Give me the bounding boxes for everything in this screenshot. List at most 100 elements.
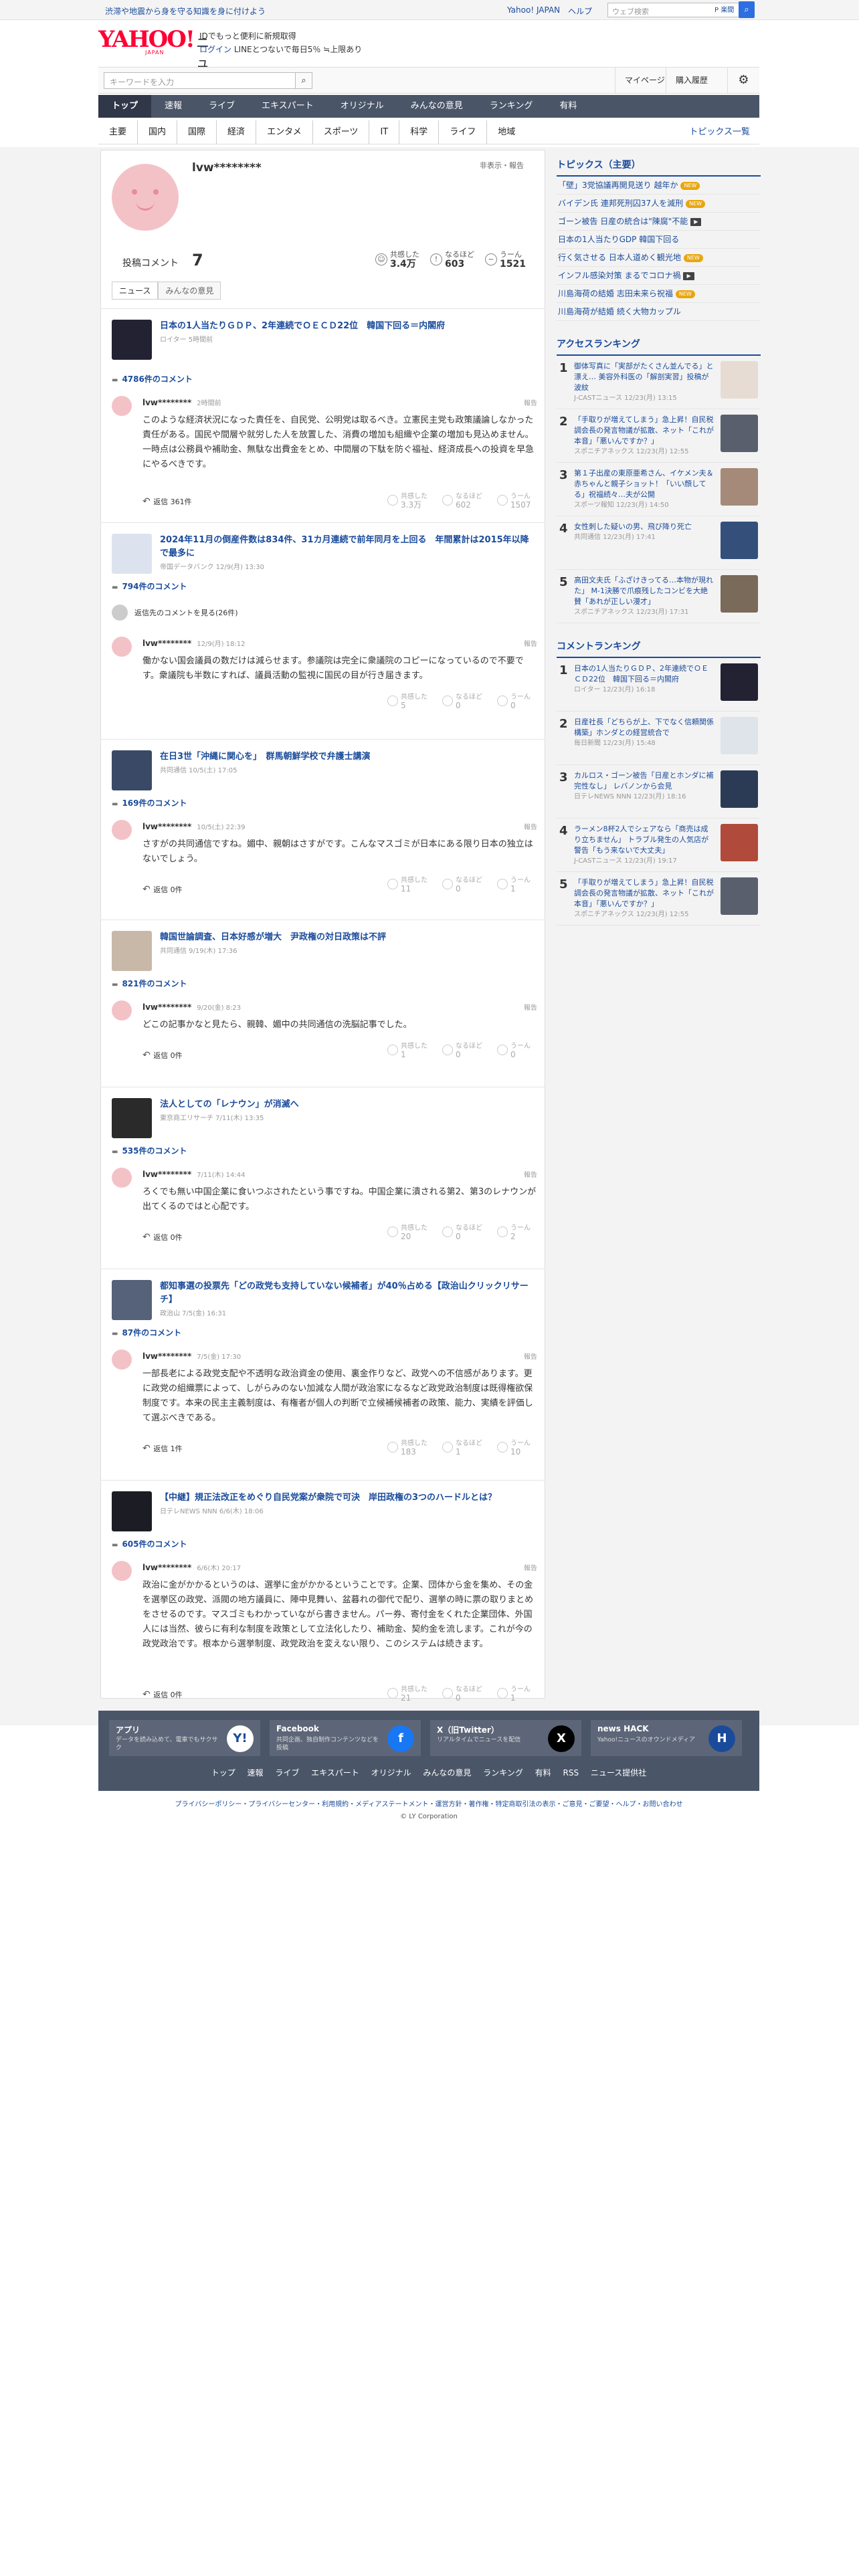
nav-top[interactable]: トップ <box>98 95 152 118</box>
nav-original[interactable]: オリジナル <box>327 95 397 118</box>
comment-count-link[interactable]: 535件のコメント <box>112 1145 187 1156</box>
cat-economy[interactable]: 経済 <box>216 120 256 144</box>
help-link[interactable]: ヘルプ <box>568 5 592 17</box>
empathy-button[interactable]: 共感した 3.3万 <box>387 492 441 510</box>
empathy-button[interactable]: 共感した 5 <box>387 693 441 710</box>
article-title[interactable]: 【中継】規正法改正をめぐり自民党案が衆院で可決 岸田政権の3つのハードルとは？日… <box>160 1491 535 1519</box>
ranking-item[interactable]: 2 「手取りが増えてしまう」急上昇！自民税調会長の発言物議が拡散、ネット「これが本… <box>557 409 761 463</box>
cat-main[interactable]: 主要 <box>98 120 137 144</box>
reply-button[interactable]: 返信 0件 <box>142 1689 183 1700</box>
footer-facebook[interactable]: Facebook 共同企画、独自制作コンテンツなどを投稿 f <box>270 1720 421 1756</box>
topic-item[interactable]: ゴーン被告 日産の統合は"陳腐"不能 ▶ <box>557 213 761 231</box>
report-link[interactable]: 報告 <box>524 397 537 407</box>
footer-app[interactable]: アプリ データを読み込めて、電車でもサクサク Y! <box>109 1720 260 1756</box>
article-thumbnail[interactable] <box>112 931 152 971</box>
ranking-item[interactable]: 5 高田文夫氏「ふざけきってる…本物が現れた」 M-1決勝で爪痕残したコンビを大絶… <box>557 570 761 623</box>
nav-live[interactable]: ライブ <box>195 95 248 118</box>
reply-button[interactable]: 返信 0件 <box>142 1232 183 1243</box>
uun-button[interactable]: うーん 0 <box>497 693 551 710</box>
naruhodo-button[interactable]: なるほど 0 <box>442 1042 496 1059</box>
ranking-item[interactable]: 4 ラーメン8杯2人でシェアなら「商売は成り立ちません」 トラブル発生の人気店が警… <box>557 819 761 872</box>
history-link[interactable]: 購入履歴 <box>666 68 717 93</box>
article-thumbnail[interactable] <box>112 750 152 790</box>
cat-world[interactable]: 国際 <box>177 120 216 144</box>
cat-domestic[interactable]: 国内 <box>137 120 177 144</box>
cat-region[interactable]: 地域 <box>486 120 526 144</box>
nav-expert[interactable]: エキスパート <box>248 95 327 118</box>
line-info[interactable]: LINEとつないで毎日5％ ≒上限あり <box>234 45 362 54</box>
reply-button[interactable]: 返信 1件 <box>142 1443 183 1454</box>
footer-x[interactable]: X（旧Twitter） リアルタイムでニュースを配信 X <box>430 1720 581 1756</box>
article-title[interactable]: 法人としての「レナウン」が消滅へ 東京商工リサーチ 7/11(木) 13:35 <box>160 1098 535 1125</box>
report-link[interactable]: 報告 <box>524 1351 537 1361</box>
comment-count-link[interactable]: 794件のコメント <box>112 580 187 592</box>
topics-title[interactable]: トピックス（主要） <box>557 158 761 177</box>
article-thumbnail[interactable] <box>112 1098 152 1138</box>
reply-button[interactable]: 返信 0件 <box>142 884 183 895</box>
ranking-item[interactable]: 5 「手取りが増えてしまう」急上昇！自民税調会長の発言物議が拡散、ネット「これが本… <box>557 872 761 926</box>
uun-button[interactable]: うーん 1 <box>497 1685 551 1703</box>
ranking-item[interactable]: 2 日産社長「どちらが上、下でなく信頼関係構築」ホンダとの経営統合で 毎日新聞 12… <box>557 712 761 765</box>
naruhodo-button[interactable]: なるほど 0 <box>442 693 496 710</box>
report-link[interactable]: 報告 <box>524 821 537 831</box>
comment-count-link[interactable]: 821件のコメント <box>112 978 187 989</box>
ranking-item[interactable]: 4 女性刺した疑いの男、飛び降り死亡 共同通信 12/23(月) 17:41 <box>557 516 761 570</box>
nav-opinions[interactable]: みんなの意見 <box>397 95 476 118</box>
tab-news[interactable]: ニュース <box>112 282 159 300</box>
footer-nav[interactable]: トップ 速報 ライブ エキスパート オリジナル みんなの意見 ランキング 有料 … <box>98 1767 759 1778</box>
login-link[interactable]: ログイン <box>199 45 231 54</box>
topics-list-link[interactable]: トピックス一覧 <box>689 120 750 144</box>
topic-item[interactable]: 川島海荷の結婚 志田未来ら祝福 NEW <box>557 285 761 303</box>
naruhodo-button[interactable]: なるほど 0 <box>442 1685 496 1703</box>
ranking-item[interactable]: 3 第１子出産の東原亜希さん、イケメン夫＆赤ちゃんと親子ショット！「いい顔してる」… <box>557 463 761 516</box>
legal-text[interactable]: プライバシーポリシー・プライバシーセンター・利用規約・メディアステートメント・運… <box>98 1799 759 1811</box>
uun-button[interactable]: うーん 1507 <box>497 492 551 510</box>
naruhodo-button[interactable]: なるほど 602 <box>442 492 496 510</box>
naruhodo-button[interactable]: なるほど 1 <box>442 1439 496 1457</box>
ranking-item[interactable]: 1 日本の1人当たりＧＤＰ、2年連続でＯＥＣＤ22位 韓国下回る＝内閣府 ロイター … <box>557 658 761 712</box>
empathy-button[interactable]: 共感した 183 <box>387 1439 441 1457</box>
uun-button[interactable]: うーん 1 <box>497 876 551 893</box>
report-link[interactable]: 報告 <box>524 1169 537 1179</box>
search-icon[interactable]: ⌕ <box>739 1 755 18</box>
ranking-item[interactable]: 3 カルロス・ゴーン被告「日産とホンダに補完性なし」 レバノンから会見 日テレNEW… <box>557 765 761 819</box>
report-link[interactable]: 報告 <box>524 638 537 648</box>
uun-button[interactable]: うーん 2 <box>497 1224 551 1241</box>
topic-item[interactable]: 川島海荷が結婚 続く大物カップル <box>557 303 761 321</box>
yahoo-japan-link[interactable]: Yahoo! JAPAN <box>507 5 560 17</box>
article-thumbnail[interactable] <box>112 1280 152 1320</box>
comment-count-link[interactable]: 605件のコメント <box>112 1538 187 1549</box>
naruhodo-button[interactable]: なるほど 0 <box>442 1224 496 1241</box>
article-thumbnail[interactable] <box>112 534 152 574</box>
search-icon[interactable]: ⌕ <box>295 72 312 89</box>
naruhodo-button[interactable]: なるほど 0 <box>442 876 496 893</box>
topic-item[interactable]: 「壁」3党協議再開見送り 越年か NEW <box>557 177 761 195</box>
access-ranking-title[interactable]: アクセスランキング <box>557 337 761 356</box>
empathy-button[interactable]: 共感した 1 <box>387 1042 441 1059</box>
search-mode-label[interactable]: P 楽間 <box>714 4 734 14</box>
comment-count-link[interactable]: 169件のコメント <box>112 797 187 809</box>
empathy-button[interactable]: 共感した 21 <box>387 1685 441 1703</box>
parent-comment-link[interactable]: 返信先のコメントを見る(26件) <box>112 603 540 622</box>
article-title[interactable]: 2024年11月の倒産件数は834件、31カ月連続で前年同月を上回る 年間累計は… <box>160 534 535 574</box>
reply-button[interactable]: 返信 0件 <box>142 1050 183 1061</box>
nav-breaking[interactable]: 速報 <box>151 95 195 118</box>
signup-text[interactable]: IDでもっと便利に新規取得 <box>199 29 362 43</box>
tab-opinions[interactable]: みんなの意見 <box>158 282 221 300</box>
reply-button[interactable]: 返信 361件 <box>142 496 192 507</box>
uun-button[interactable]: うーん 0 <box>497 1042 551 1059</box>
article-thumbnail[interactable] <box>112 1491 152 1531</box>
uun-button[interactable]: うーん 10 <box>497 1439 551 1457</box>
article-title[interactable]: 日本の1人当たりＧＤＰ、2年連続でＯＥＣＤ22位 韓国下回る＝内閣府 ロイター 5… <box>160 320 535 347</box>
article-thumbnail[interactable] <box>112 320 152 360</box>
report-link[interactable]: 報告 <box>524 1002 537 1012</box>
article-title[interactable]: 都知事選の投票先「どの政党も支持していない候補者」が40％占める【政治山クリック… <box>160 1280 535 1321</box>
footer-newshack[interactable]: news HACK Yahoo!ニュースのオウンドメディア H <box>591 1720 742 1756</box>
cat-life[interactable]: ライフ <box>438 120 486 144</box>
article-title[interactable]: 在日3世「沖縄に関心を」 群馬朝鮮学校で弁護士講演 共同通信 10/5(土) 17… <box>160 750 535 778</box>
cat-sports[interactable]: スポーツ <box>312 120 369 144</box>
empathy-button[interactable]: 共感した 20 <box>387 1224 441 1241</box>
nav-ranking[interactable]: ランキング <box>476 95 547 118</box>
promo-link[interactable]: 渋滞や地震から身を守る知識を身に付けよう <box>105 5 266 17</box>
cat-science[interactable]: 科学 <box>399 120 438 144</box>
